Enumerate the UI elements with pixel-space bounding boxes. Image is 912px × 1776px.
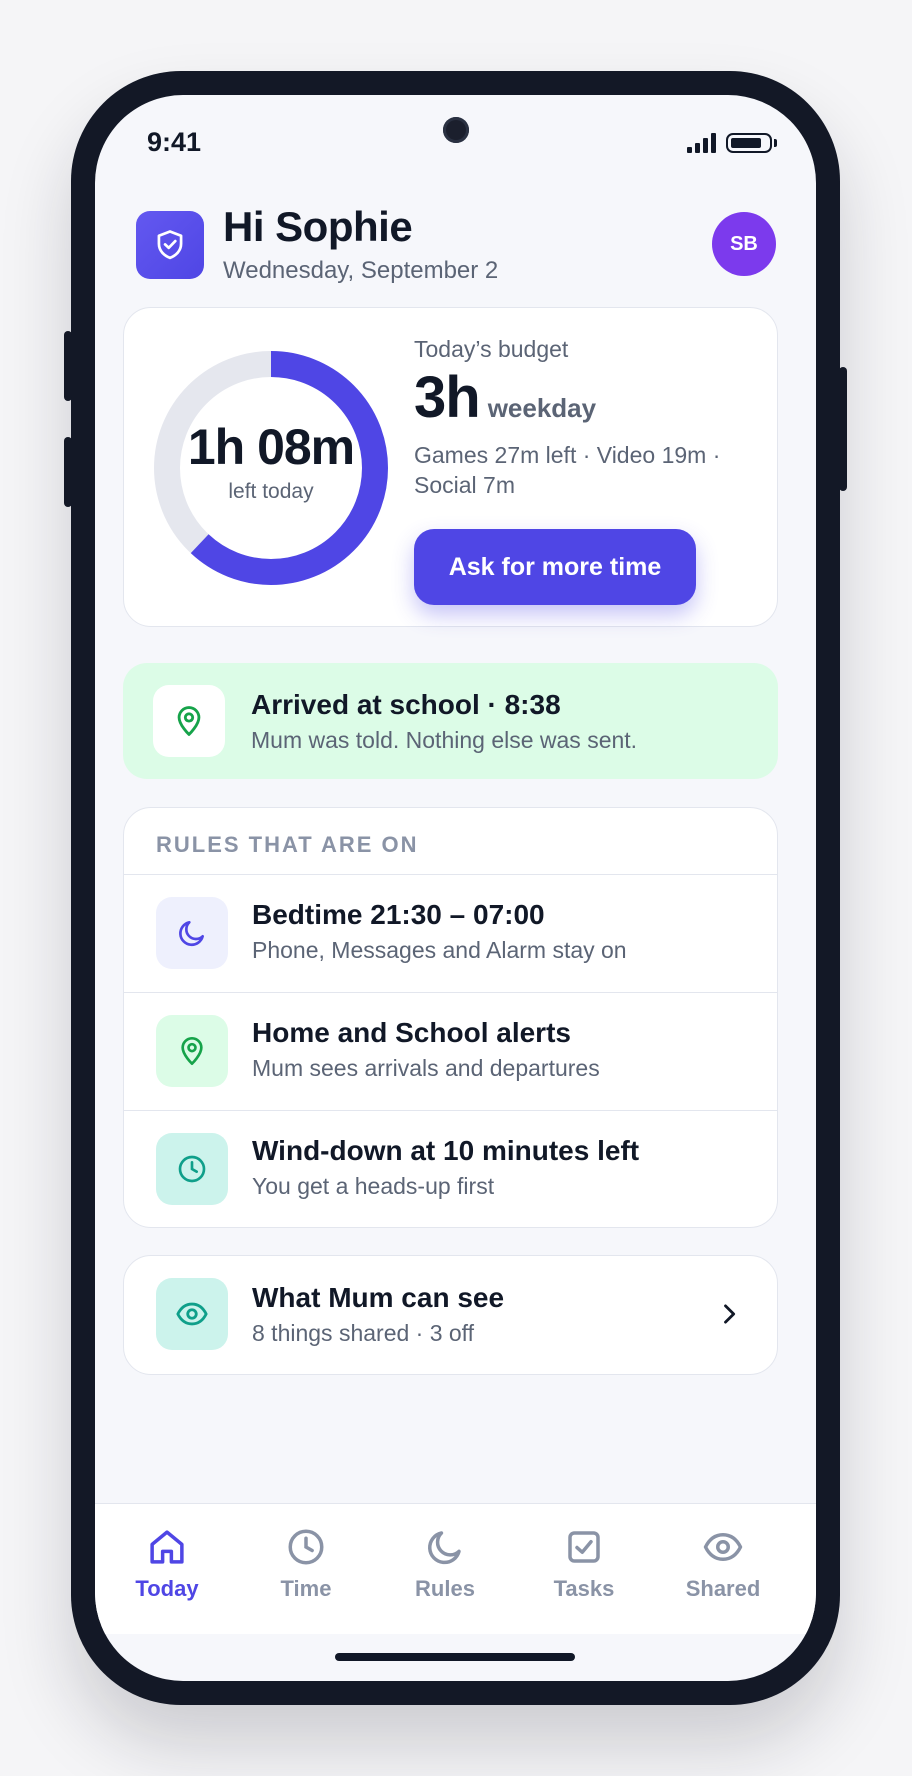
moon-icon	[156, 897, 228, 969]
rule-subtitle: You get a heads-up first	[252, 1173, 495, 1199]
screen: 9:41 Hi Sophie Wednesday, September 2 SB…	[95, 95, 816, 1681]
time-remaining: 1h 08m	[187, 419, 355, 475]
budget-day-type: weekday	[487, 393, 597, 423]
moon-icon	[428, 1531, 461, 1565]
ask-for-more-time-button[interactable]: Ask for more time	[414, 529, 696, 605]
budget-total-row: 3h weekday	[414, 364, 596, 431]
sharing-subtitle: 8 things shared · 3 off	[252, 1320, 475, 1346]
rule-row-location-alerts[interactable]: Home and School alerts Mum sees arrivals…	[124, 992, 777, 1110]
eye-icon	[156, 1278, 228, 1350]
what-mum-can-see-card[interactable]: What Mum can see 8 things shared · 3 off	[123, 1255, 778, 1375]
greeting: Hi Sophie	[223, 203, 413, 250]
budget-total: 3h	[414, 365, 481, 430]
current-date: Wednesday, September 2	[223, 257, 499, 284]
rule-title: Wind-down at 10 minutes left	[252, 1135, 640, 1166]
checkbox-icon	[568, 1531, 600, 1563]
rule-subtitle: Mum sees arrivals and departures	[252, 1055, 600, 1081]
eye-icon	[703, 1533, 743, 1561]
rule-row-bedtime[interactable]: Bedtime 21:30 – 07:00 Phone, Messages an…	[124, 874, 777, 992]
phone-frame: 9:41 Hi Sophie Wednesday, September 2 SB…	[64, 71, 847, 1705]
home-indicator[interactable]	[335, 1653, 575, 1661]
home-icon	[150, 1530, 184, 1564]
tab-label: Tasks	[553, 1576, 615, 1601]
app-logo-shield-icon	[136, 211, 204, 279]
clock-icon	[288, 1529, 324, 1565]
sharing-title: What Mum can see	[252, 1282, 505, 1313]
status-time: 9:41	[147, 127, 202, 157]
tab-bar: Today Time Rules Tasks Shared	[95, 1503, 816, 1634]
chevron-right-icon	[715, 1300, 743, 1333]
tab-time[interactable]: Time	[246, 1526, 366, 1602]
volume-button	[64, 437, 72, 507]
front-camera	[443, 117, 469, 143]
time-remaining-label: left today	[228, 480, 314, 503]
rule-title: Home and School alerts	[252, 1017, 571, 1048]
rule-row-wind-down[interactable]: Wind-down at 10 minutes left You get a h…	[124, 1110, 777, 1227]
rules-heading: RULES THAT ARE ON	[156, 832, 419, 857]
tab-rules[interactable]: Rules	[385, 1526, 505, 1602]
tab-tasks[interactable]: Tasks	[524, 1526, 644, 1602]
tab-shared[interactable]: Shared	[663, 1526, 783, 1602]
battery-icon	[726, 133, 777, 153]
location-alert-card[interactable]: Arrived at school · 8:38 Mum was told. N…	[123, 663, 778, 779]
alert-subtitle: Mum was told. Nothing else was sent.	[251, 727, 638, 753]
rules-card: RULES THAT ARE ON Bedtime 21:30 – 07:00 …	[123, 807, 778, 1228]
tab-today[interactable]: Today	[107, 1526, 227, 1602]
mute-switch	[64, 331, 72, 401]
power-button	[839, 367, 847, 491]
signal-icon	[687, 133, 716, 153]
rule-subtitle: Phone, Messages and Alarm stay on	[252, 937, 627, 963]
location-pin-icon	[156, 1015, 228, 1087]
tab-label: Shared	[685, 1576, 761, 1601]
tab-label: Today	[135, 1576, 199, 1601]
tab-label: Rules	[415, 1576, 475, 1601]
alert-title: Arrived at school · 8:38	[251, 689, 561, 720]
budget-breakdown: Games 27m left · Video 19m · Social 7m	[414, 442, 721, 498]
location-pin-icon	[153, 685, 225, 757]
budget-label: Today’s budget	[414, 336, 569, 362]
rule-title: Bedtime 21:30 – 07:00	[252, 899, 545, 930]
tab-label: Time	[280, 1576, 332, 1601]
clock-icon	[156, 1133, 228, 1205]
avatar[interactable]: SB	[712, 212, 776, 276]
status-icons	[687, 133, 777, 153]
budget-card: 1h 08m left today Today’s budget 3h week…	[123, 307, 778, 627]
